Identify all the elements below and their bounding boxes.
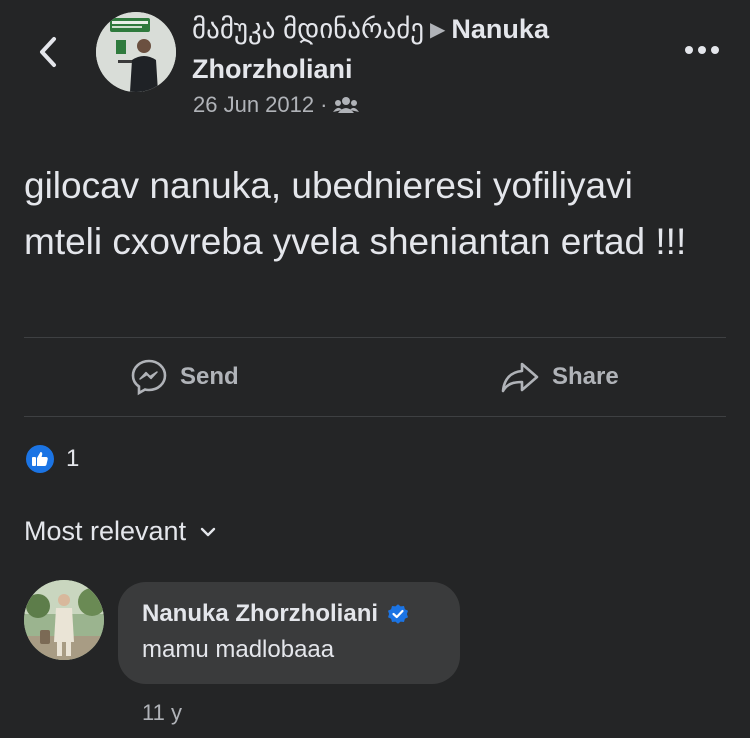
more-horizontal-icon xyxy=(685,46,719,54)
messenger-icon xyxy=(131,359,167,396)
author-avatar[interactable] xyxy=(96,12,176,92)
reaction-count: 1 xyxy=(66,445,80,472)
comment-text: mamu madlobaaa xyxy=(142,636,335,663)
meta-separator: · xyxy=(320,92,328,117)
share-label: Share xyxy=(552,363,619,390)
share-arrow-icon xyxy=(501,362,539,393)
post-body-text: gilocav nanuka, ubednieresi yofiliyavi m… xyxy=(24,165,687,262)
author-avatar-image xyxy=(96,12,176,92)
chevron-left-icon xyxy=(40,37,56,67)
send-button[interactable]: Send xyxy=(130,340,239,414)
shared-to-arrow-icon: ▶ xyxy=(430,19,446,41)
comment-sort-dropdown[interactable]: Most relevant xyxy=(24,516,216,547)
author-name[interactable]: მამუკა მდინარაძე xyxy=(192,14,424,44)
verified-badge-icon xyxy=(388,604,409,624)
back-button[interactable] xyxy=(28,30,68,74)
comment-avatar-image xyxy=(24,580,104,660)
share-button[interactable]: Share xyxy=(500,340,619,414)
divider-bottom xyxy=(24,416,726,417)
comment-author-avatar[interactable] xyxy=(24,580,104,660)
send-label: Send xyxy=(180,363,239,390)
comment-author-row: Nanuka Zhorzholiani xyxy=(142,600,436,628)
friends-icon xyxy=(333,97,360,113)
comment-timestamp[interactable]: 11 y xyxy=(142,700,182,726)
post-meta: 26 Jun 2012 · xyxy=(193,92,360,118)
post-date[interactable]: 26 Jun 2012 xyxy=(193,92,314,118)
like-reaction-icon xyxy=(24,443,56,475)
more-options-button[interactable] xyxy=(680,34,724,66)
comment-bubble: Nanuka Zhorzholiani mamu madlobaaa xyxy=(118,582,460,684)
sort-label: Most relevant xyxy=(24,516,187,546)
post-author-line: მამუკა მდინარაძე ▶ Nanuka Zhorzholiani xyxy=(192,10,662,89)
chevron-down-icon xyxy=(200,527,216,536)
comment-author-name[interactable]: Nanuka Zhorzholiani xyxy=(142,600,378,628)
reactions-summary[interactable]: 1 xyxy=(24,443,79,475)
divider-top xyxy=(24,337,726,338)
